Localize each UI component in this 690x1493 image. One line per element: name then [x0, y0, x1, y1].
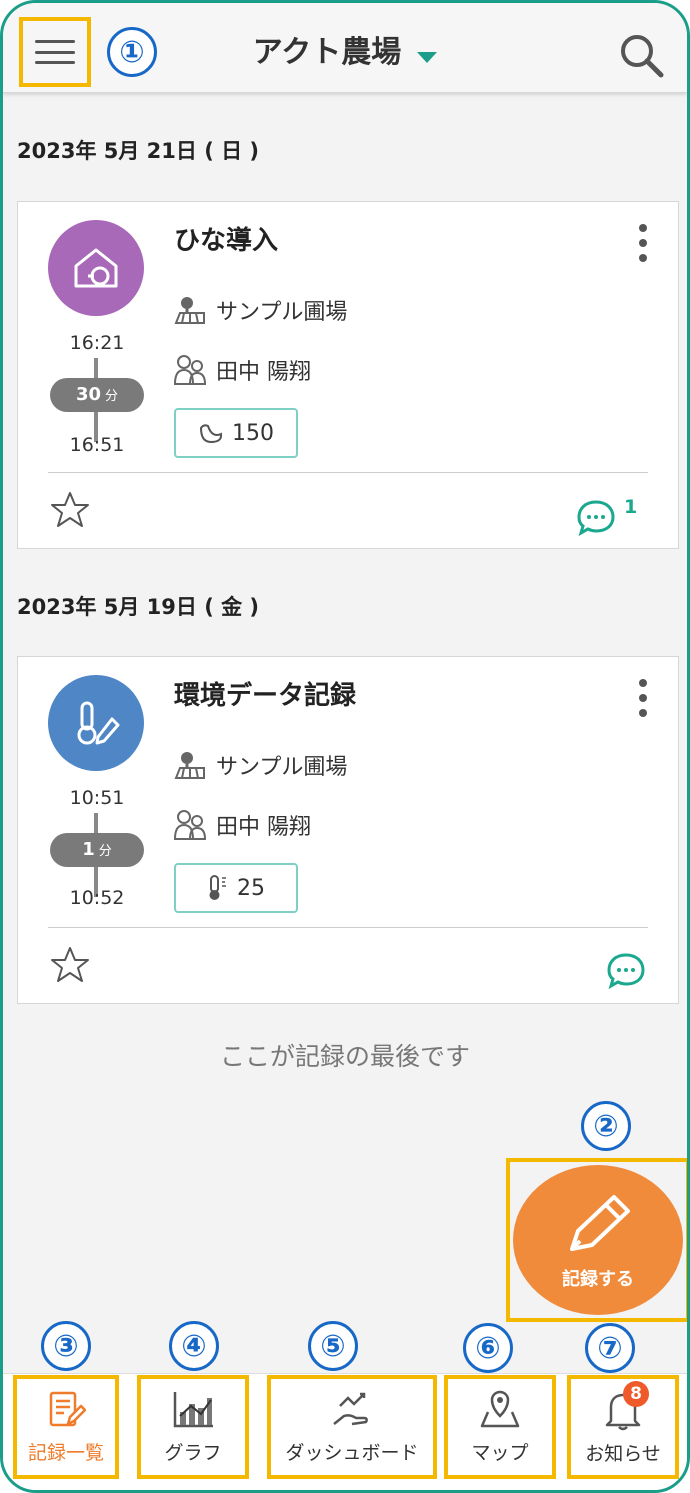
- comment-icon[interactable]: [576, 498, 616, 538]
- record-location: サンプル圃場: [174, 294, 347, 326]
- duration-unit: 分: [98, 844, 112, 859]
- notification-badge: 8: [623, 1381, 649, 1407]
- duration-value: 30: [75, 384, 102, 405]
- callout-7: ⑦: [585, 1323, 635, 1373]
- record-title: ひな導入: [174, 226, 279, 256]
- app-header: ① アクト農場: [3, 3, 687, 93]
- people-icon: [174, 810, 206, 840]
- caret-down-icon: [417, 52, 438, 63]
- record-location: サンプル圃場: [174, 749, 347, 781]
- callout-4: ④: [169, 1321, 219, 1371]
- callout-2: ②: [581, 1101, 631, 1151]
- end-time: 16:51: [69, 434, 125, 456]
- chick-house-icon: [48, 220, 144, 316]
- new-record-button[interactable]: 記録する: [513, 1165, 683, 1315]
- nav-notifications[interactable]: お知らせ 8: [567, 1375, 679, 1479]
- record-title: 環境データ記録: [174, 681, 357, 711]
- record-person: 田中 陽翔: [174, 809, 311, 841]
- callout-3: ③: [41, 1321, 91, 1371]
- comment-icon[interactable]: [606, 951, 646, 991]
- card-divider: [48, 927, 648, 928]
- nav-graph-label: グラフ: [164, 1441, 222, 1464]
- chip-value: 150: [232, 420, 274, 446]
- start-time: 10:51: [69, 787, 125, 809]
- chip-value: 25: [237, 875, 265, 901]
- field-location-icon: [174, 297, 205, 324]
- card-divider: [48, 472, 648, 473]
- callout-5: ⑤: [308, 1321, 358, 1371]
- nav-notifications-label: お知らせ: [585, 1442, 661, 1465]
- chart-icon: [173, 1391, 213, 1427]
- thermometer-pencil-icon: [48, 675, 144, 771]
- location-label: サンプル圃場: [216, 300, 348, 325]
- person-label: 田中 陽翔: [216, 360, 311, 385]
- record-card[interactable]: 10:51 1分 10:52 環境データ記録 サンプル圃場 田中 陽翔 25: [17, 656, 679, 1004]
- thermometer-icon: [209, 875, 226, 900]
- nav-records[interactable]: 記録一覧: [13, 1375, 119, 1479]
- nav-dashboard-label: ダッシュボード: [285, 1441, 419, 1464]
- location-label: サンプル圃場: [216, 755, 348, 780]
- nav-graph[interactable]: グラフ: [137, 1375, 249, 1479]
- search-icon[interactable]: [615, 29, 667, 81]
- start-time: 16:21: [69, 332, 125, 354]
- duration-unit: 分: [105, 389, 119, 404]
- nav-map-label: マップ: [471, 1441, 529, 1464]
- duration-badge: 30 分: [50, 378, 144, 412]
- more-options-icon[interactable]: [638, 679, 648, 717]
- farm-selector[interactable]: アクト農場: [3, 27, 687, 71]
- new-record-label: 記録する: [562, 1269, 634, 1290]
- map-pin-icon: [480, 1390, 520, 1427]
- end-of-records-message: ここが記録の最後です: [219, 1042, 470, 1071]
- duration-badge: 1分: [50, 833, 144, 867]
- callout-6: ⑥: [463, 1323, 513, 1373]
- pencil-icon: [570, 1195, 630, 1251]
- star-icon[interactable]: [50, 490, 90, 530]
- record-person: 田中 陽翔: [174, 354, 311, 386]
- person-label: 田中 陽翔: [216, 815, 311, 840]
- duration-value: 1: [82, 839, 95, 860]
- count-chip: 150: [174, 408, 298, 458]
- date-heading: 2023年 5月 21日 ( 日 ): [17, 139, 260, 163]
- farm-title: アクト農場: [252, 35, 402, 70]
- nav-records-label: 記録一覧: [27, 1441, 104, 1464]
- more-options-icon[interactable]: [638, 224, 648, 262]
- hand-chart-icon: [333, 1392, 368, 1425]
- temperature-chip: 25: [174, 863, 298, 913]
- nav-dashboard[interactable]: ダッシュボード: [267, 1375, 437, 1479]
- nav-map[interactable]: マップ: [444, 1375, 556, 1479]
- app-frame: ① アクト農場 2023年 5月 21日 ( 日 ) 16:21 30 分 16:…: [0, 0, 690, 1493]
- record-card[interactable]: 16:21 30 分 16:51 ひな導入 サンプル圃場 田中 陽翔 150 1: [17, 201, 679, 549]
- comment-count: 1: [624, 496, 638, 518]
- record-list-icon: [49, 1391, 86, 1426]
- chick-icon: [199, 424, 223, 444]
- star-icon[interactable]: [50, 945, 90, 985]
- end-time: 10:52: [69, 887, 125, 909]
- date-heading: 2023年 5月 19日 ( 金 ): [17, 595, 260, 619]
- people-icon: [174, 355, 206, 385]
- field-location-icon: [174, 752, 205, 779]
